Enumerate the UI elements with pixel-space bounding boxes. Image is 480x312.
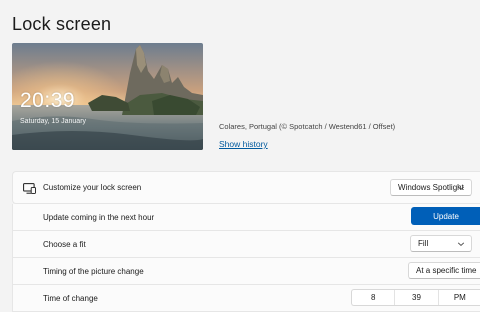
image-credit: Colares, Portugal (© Spotcatch / Westend…: [219, 122, 396, 131]
preview-clock: 20:39: [20, 89, 76, 112]
period-field[interactable]: PM: [439, 290, 480, 305]
fit-label: Choose a fit: [43, 239, 86, 249]
update-button[interactable]: Update: [411, 207, 480, 225]
choose-fit-row: Choose a fit Fill: [12, 231, 480, 258]
fit-value: Fill: [418, 239, 429, 248]
show-history-link[interactable]: Show history: [219, 139, 268, 149]
timing-row: Timing of the picture change At a specif…: [12, 258, 480, 285]
minute-field[interactable]: 39: [395, 290, 439, 305]
time-picker[interactable]: 8 39 PM: [351, 289, 480, 306]
page-title: Lock screen: [12, 14, 112, 34]
customize-lock-screen-row: Customize your lock screen Windows Spotl…: [12, 171, 480, 204]
monitor-icon: [23, 183, 36, 194]
time-of-change-row: Time of change 8 39 PM: [12, 285, 480, 312]
update-label: Update coming in the next hour: [43, 212, 155, 222]
timing-label: Timing of the picture change: [43, 266, 144, 276]
timing-dropdown[interactable]: At a specific time: [408, 262, 480, 279]
customize-label: Customize your lock screen: [43, 183, 142, 192]
preview-date: Saturday, 15 January: [20, 118, 87, 125]
customize-value: Windows Spotlight: [398, 183, 464, 192]
timing-value: At a specific time: [416, 266, 477, 275]
fit-dropdown[interactable]: Fill: [410, 235, 472, 252]
time-of-change-label: Time of change: [43, 293, 98, 303]
chevron-down-icon: [457, 242, 465, 247]
lock-screen-preview: 20:39 Saturday, 15 January: [12, 43, 203, 150]
customize-dropdown[interactable]: Windows Spotlight: [390, 179, 472, 196]
chevron-down-icon: [457, 186, 465, 191]
update-row: Update coming in the next hour Update: [12, 204, 480, 231]
hour-field[interactable]: 8: [352, 290, 396, 305]
